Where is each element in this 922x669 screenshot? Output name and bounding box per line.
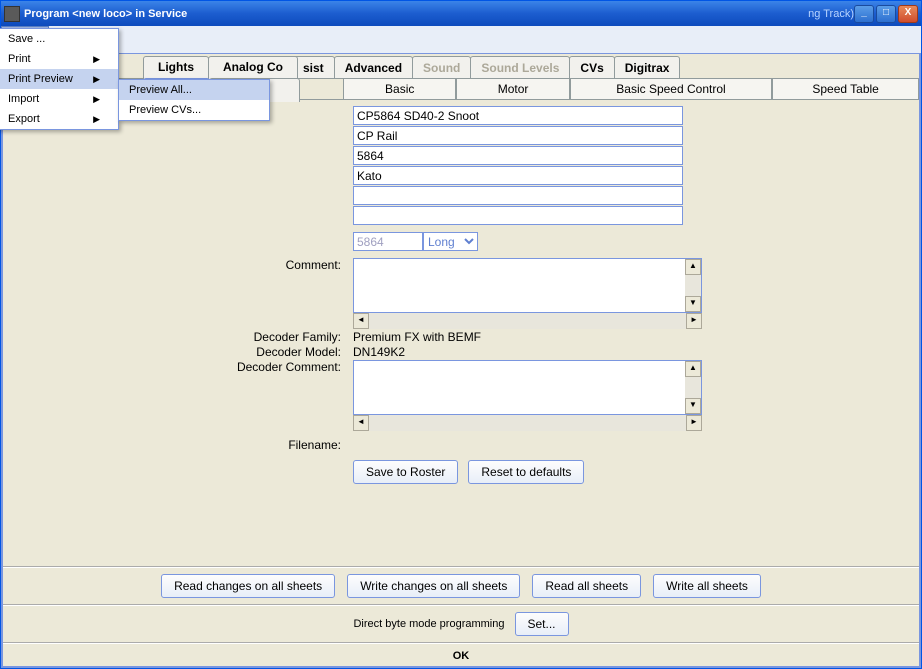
tab-cvs[interactable]: CVs <box>569 56 614 78</box>
read-all-button[interactable]: Read all sheets <box>532 574 641 598</box>
read-changes-button[interactable]: Read changes on all sheets <box>161 574 335 598</box>
menu-preview-cvs[interactable]: Preview CVs... <box>119 100 269 120</box>
tab-advanced[interactable]: Advanced <box>334 56 413 78</box>
tab-basic-speed[interactable]: Basic Speed Control <box>570 79 772 100</box>
tab-sound-levels[interactable]: Sound Levels <box>470 56 570 78</box>
write-all-button[interactable]: Write all sheets <box>653 574 761 598</box>
reset-to-defaults-button[interactable]: Reset to defaults <box>468 460 584 484</box>
filename-label: Filename: <box>13 438 353 452</box>
road-field[interactable] <box>353 126 683 145</box>
menu-save[interactable]: Save ... <box>0 29 118 49</box>
decoder-model-value: DN149K2 <box>353 345 405 359</box>
tab-consist[interactable]: sist <box>292 56 335 78</box>
programming-mode-label: Direct byte mode programming <box>353 618 504 630</box>
save-to-roster-button[interactable]: Save to Roster <box>353 460 458 484</box>
decoder-family-label: Decoder Family: <box>13 330 353 344</box>
window-title-secondary: ng Track) <box>808 8 854 20</box>
submenu-arrow-icon: ▶ <box>93 74 100 85</box>
menu-preview-all[interactable]: Preview All... <box>119 80 269 100</box>
scroll-right-icon[interactable]: ► <box>686 415 702 431</box>
roster-panel: Lights Analog Co ry Fu Long Comment <box>3 100 919 566</box>
menubar: File Reset <box>1 26 921 54</box>
address-field[interactable] <box>353 232 423 251</box>
decoder-family-value: Premium FX with BEMF <box>353 330 481 344</box>
owner-field[interactable] <box>353 186 683 205</box>
tab-basic[interactable]: Basic <box>343 79 456 100</box>
decoder-comment-textarea[interactable]: ▲▼ <box>353 360 702 415</box>
tab-digitrax[interactable]: Digitrax <box>614 56 681 78</box>
close-button[interactable]: X <box>898 5 918 23</box>
content-area: sist Advanced Sound Sound Levels CVs Dig… <box>1 54 921 668</box>
submenu-arrow-icon: ▶ <box>93 54 100 65</box>
ok-button[interactable]: OK <box>453 650 470 662</box>
comment-textarea[interactable]: ▲▼ <box>353 258 702 313</box>
write-changes-button[interactable]: Write changes on all sheets <box>347 574 520 598</box>
ok-bar: OK <box>3 642 919 666</box>
scroll-down-icon[interactable]: ▼ <box>685 296 701 312</box>
titlebar: Program <new loco> in Service ng Track) … <box>1 1 921 26</box>
scroll-down-icon[interactable]: ▼ <box>685 398 701 414</box>
tabs-upper: sist Advanced Sound Sound Levels CVs Dig… <box>3 56 919 78</box>
scroll-up-icon[interactable]: ▲ <box>685 361 701 377</box>
submenu-arrow-icon: ▶ <box>93 94 100 105</box>
menu-export[interactable]: Export▶ <box>0 109 118 129</box>
number-field[interactable] <box>353 146 683 165</box>
maximize-button[interactable]: □ <box>876 5 896 23</box>
window-title: Program <new loco> in Service <box>24 8 628 20</box>
comment-label: Comment: <box>13 258 353 272</box>
tab-sound[interactable]: Sound <box>412 56 471 78</box>
tab-analog-partial[interactable]: Analog Co <box>208 56 298 80</box>
scroll-left-icon[interactable]: ◄ <box>353 415 369 431</box>
tab-speed-table[interactable]: Speed Table <box>772 79 919 100</box>
menu-import[interactable]: Import▶ <box>0 89 118 109</box>
decoder-model-label: Decoder Model: <box>13 345 353 359</box>
sheet-buttons-bar: Read changes on all sheets Write changes… <box>3 566 919 604</box>
scroll-left-icon[interactable]: ◄ <box>353 313 369 329</box>
main-window: Program <new loco> in Service ng Track) … <box>0 0 922 669</box>
address-type-select[interactable]: Long <box>423 232 478 251</box>
minimize-button[interactable]: _ <box>854 5 874 23</box>
mode-bar: Direct byte mode programming Set... <box>3 604 919 642</box>
tab-motor[interactable]: Motor <box>456 79 569 100</box>
preview-submenu: Preview All... Preview CVs... <box>118 79 270 121</box>
manufacturer-field[interactable] <box>353 166 683 185</box>
id-field[interactable] <box>353 106 683 125</box>
menu-print-preview[interactable]: Print Preview▶ <box>0 69 118 89</box>
decoder-comment-label: Decoder Comment: <box>13 360 353 374</box>
scroll-up-icon[interactable]: ▲ <box>685 259 701 275</box>
tab-lights[interactable]: Lights <box>143 56 209 80</box>
submenu-arrow-icon: ▶ <box>93 114 100 125</box>
set-mode-button[interactable]: Set... <box>515 612 569 636</box>
app-icon <box>4 6 20 22</box>
file-dropdown: Save ... Print▶ Print Preview▶ Import▶ E… <box>0 28 119 130</box>
scroll-right-icon[interactable]: ► <box>686 313 702 329</box>
menu-print[interactable]: Print▶ <box>0 49 118 69</box>
model-field[interactable] <box>353 206 683 225</box>
